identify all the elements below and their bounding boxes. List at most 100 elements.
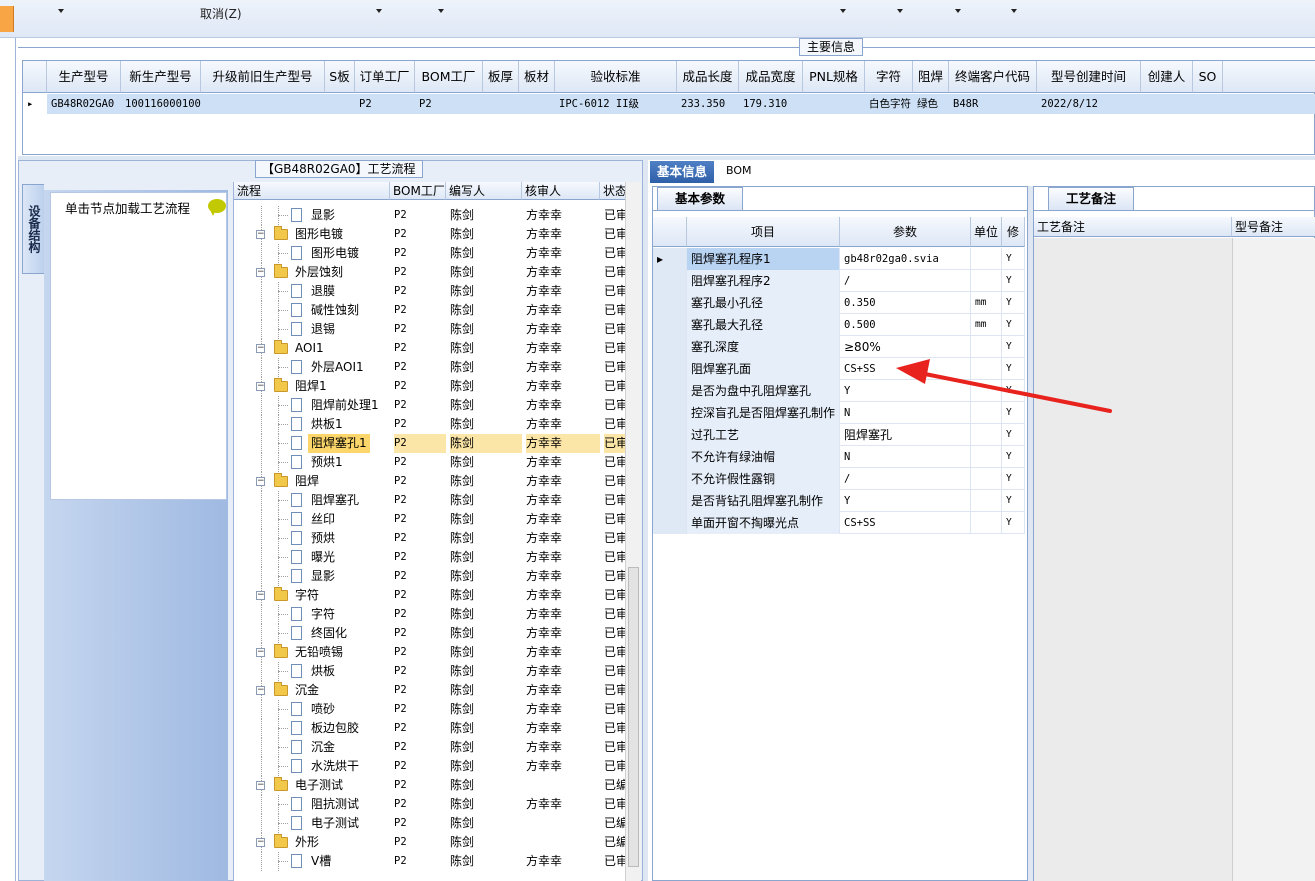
- column-header[interactable]: 字符: [865, 61, 913, 93]
- tree-node-label[interactable]: 外形: [292, 833, 322, 852]
- vertical-splitter[interactable]: [643, 160, 648, 881]
- cancel-menu-item[interactable]: 取消(Z): [200, 5, 242, 22]
- tree-scrollbar[interactable]: [625, 182, 641, 881]
- param-column-header[interactable]: 修: [1002, 217, 1025, 247]
- table-cell[interactable]: 白色字符: [865, 94, 913, 114]
- table-cell[interactable]: GB48R02GA0: [47, 94, 121, 114]
- tree-row[interactable]: − 外层蚀刻 P2 陈剑 方幸幸 已审: [234, 263, 625, 282]
- column-header[interactable]: 成品宽度: [739, 61, 803, 93]
- column-header[interactable]: BOM工厂: [415, 61, 483, 93]
- dropdown-arrow-icon[interactable]: [897, 9, 903, 13]
- table-cell[interactable]: 179.310: [739, 94, 803, 114]
- tree-column-header[interactable]: 核审人: [522, 182, 600, 200]
- tree-row[interactable]: − 电子测试 P2 陈剑 已编: [234, 776, 625, 795]
- tree-row[interactable]: − 图形电镀 P2 陈剑 方幸幸 已审: [234, 225, 625, 244]
- column-header[interactable]: PNL规格: [803, 61, 865, 93]
- table-cell[interactable]: 2022/8/12: [1037, 94, 1141, 114]
- column-header[interactable]: 创建人: [1141, 61, 1193, 93]
- tree-row[interactable]: 曝光 P2 陈剑 方幸幸 已审: [234, 548, 625, 567]
- param-cell-value[interactable]: N: [840, 402, 971, 424]
- tree-row[interactable]: 预烘 P2 陈剑 方幸幸 已审: [234, 529, 625, 548]
- tab-basic-params[interactable]: 基本参数: [657, 187, 743, 211]
- param-cell-value[interactable]: /: [840, 468, 971, 490]
- table-cell[interactable]: [803, 94, 865, 114]
- scrollbar-thumb[interactable]: [628, 567, 639, 867]
- tree-node-label[interactable]: 预烘: [308, 529, 338, 548]
- collapse-toggle-icon[interactable]: −: [256, 686, 265, 695]
- row-header[interactable]: [653, 512, 687, 534]
- tree-node-label[interactable]: 阻焊前处理1: [308, 396, 382, 415]
- column-header[interactable]: 板材: [519, 61, 555, 93]
- param-row[interactable]: 塞孔最大孔径 0.500 mm Y: [653, 314, 1025, 336]
- tree-node-label[interactable]: 水洗烘干: [308, 757, 362, 776]
- param-row[interactable]: 控深盲孔是否阻焊塞孔制作 N Y: [653, 402, 1025, 424]
- param-row[interactable]: 不允许假性露铜 / Y: [653, 468, 1025, 490]
- collapse-toggle-icon[interactable]: −: [256, 230, 265, 239]
- tree-node-label[interactable]: 阻焊塞孔1: [308, 434, 370, 453]
- dropdown-arrow-icon[interactable]: [438, 9, 444, 13]
- param-row[interactable]: 是否背钻孔阻焊塞孔制作 Y Y: [653, 490, 1025, 512]
- param-cell-value[interactable]: /: [840, 270, 971, 292]
- tree-row[interactable]: 外层AOI1 P2 陈剑 方幸幸 已审: [234, 358, 625, 377]
- tree-node-label[interactable]: 阻抗测试: [308, 795, 362, 814]
- tree-row[interactable]: 碱性蚀刻 P2 陈剑 方幸幸 已审: [234, 301, 625, 320]
- collapse-toggle-icon[interactable]: −: [256, 591, 265, 600]
- tree-node-label[interactable]: 显影: [308, 567, 338, 586]
- tree-node-label[interactable]: 曝光: [308, 548, 338, 567]
- tab-bom[interactable]: BOM: [726, 164, 752, 177]
- tree-node-label[interactable]: 阻焊塞孔: [308, 491, 362, 510]
- tree-column-header[interactable]: 状态: [600, 182, 625, 200]
- tree-node-label[interactable]: AOI1: [292, 339, 327, 358]
- row-header[interactable]: [653, 292, 687, 314]
- dropdown-arrow-icon[interactable]: [955, 9, 961, 13]
- param-row[interactable]: ▸ 阻焊塞孔程序1 gb48r02ga0.svia Y: [653, 248, 1025, 270]
- tree-node-label[interactable]: 阻焊1: [292, 377, 330, 396]
- tree-node-label[interactable]: V槽: [308, 852, 334, 871]
- tree-row[interactable]: 阻焊塞孔1 P2陈剑方幸幸已审: [234, 434, 625, 453]
- column-header[interactable]: S板: [325, 61, 355, 93]
- orange-side-tab[interactable]: [0, 6, 14, 32]
- column-header[interactable]: 板厚: [483, 61, 519, 93]
- tree-node-label[interactable]: 图形电镀: [292, 225, 346, 244]
- dropdown-arrow-icon[interactable]: [1011, 9, 1017, 13]
- tree-row[interactable]: 退膜 P2 陈剑 方幸幸 已审: [234, 282, 625, 301]
- tree-row[interactable]: − 无铅喷锡 P2 陈剑 方幸幸 已审: [234, 643, 625, 662]
- model-remarks-field[interactable]: [1232, 238, 1315, 881]
- tree-row[interactable]: 板边包胶 P2 陈剑 方幸幸 已审: [234, 719, 625, 738]
- column-header[interactable]: 生产型号: [47, 61, 121, 93]
- row-header[interactable]: [653, 468, 687, 490]
- table-cell[interactable]: [201, 94, 325, 114]
- tree-row[interactable]: 烘板1 P2 陈剑 方幸幸 已审: [234, 415, 625, 434]
- column-header[interactable]: 验收标准: [555, 61, 677, 93]
- param-cell-value[interactable]: 0.350: [840, 292, 971, 314]
- tree-node-label[interactable]: 预烘1: [308, 453, 346, 472]
- collapse-toggle-icon[interactable]: −: [256, 838, 265, 847]
- tree-node-label[interactable]: 喷砂: [308, 700, 338, 719]
- param-cell-value[interactable]: CS+SS: [840, 358, 971, 380]
- tree-row[interactable]: − AOI1 P2 陈剑 方幸幸 已审: [234, 339, 625, 358]
- collapse-toggle-icon[interactable]: −: [256, 268, 265, 277]
- param-cell-value[interactable]: ≥80%: [840, 336, 971, 358]
- tree-column-header[interactable]: 流程: [234, 182, 390, 200]
- tree-node-label[interactable]: 无铅喷锡: [292, 643, 346, 662]
- tree-row[interactable]: 退锡 P2 陈剑 方幸幸 已审: [234, 320, 625, 339]
- tree-row[interactable]: 水洗烘干 P2 陈剑 方幸幸 已审: [234, 757, 625, 776]
- row-header[interactable]: ▸: [653, 248, 687, 270]
- tree-row[interactable]: − 外形 P2 陈剑 已编: [234, 833, 625, 852]
- tree-row[interactable]: 阻抗测试 P2 陈剑 方幸幸 已审: [234, 795, 625, 814]
- param-cell-value[interactable]: 0.500: [840, 314, 971, 336]
- tree-node-label[interactable]: 碱性蚀刻: [308, 301, 362, 320]
- tree-node-label[interactable]: 沉金: [292, 681, 322, 700]
- table-cell[interactable]: IPC-6012 II级: [555, 94, 677, 114]
- tree-node-label[interactable]: 退膜: [308, 282, 338, 301]
- column-header[interactable]: 成品长度: [677, 61, 739, 93]
- row-header[interactable]: [653, 358, 687, 380]
- param-cell-value[interactable]: N: [840, 446, 971, 468]
- param-row[interactable]: 阻焊塞孔面 CS+SS Y: [653, 358, 1025, 380]
- load-flow-box[interactable]: 单击节点加载工艺流程: [50, 192, 227, 500]
- param-column-header[interactable]: 参数: [840, 217, 971, 247]
- tree-column-header[interactable]: 编写人: [446, 182, 522, 200]
- row-header[interactable]: [653, 380, 687, 402]
- table-cell[interactable]: 10011600010066: [121, 94, 201, 114]
- collapse-toggle-icon[interactable]: −: [256, 781, 265, 790]
